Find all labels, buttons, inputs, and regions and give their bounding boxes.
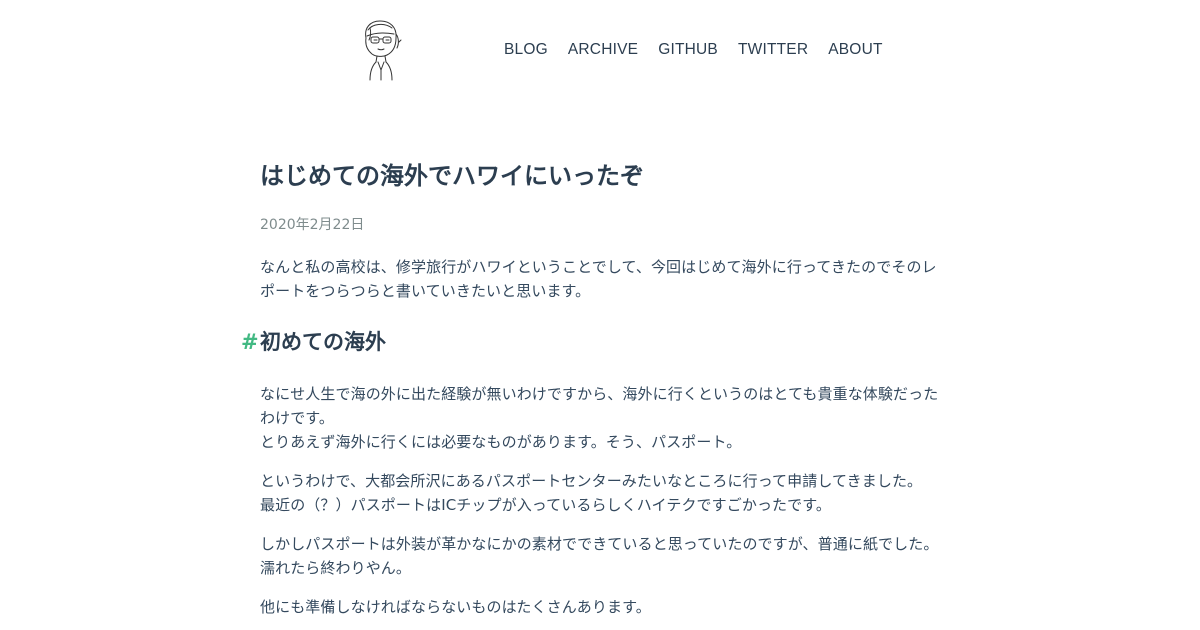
text-line: なんと私の高校は、修学旅行がハワイということでして、今回はじめて海外に行ってきた… <box>260 258 937 276</box>
text-line: 最近の（？）パスポートはICチップが入っているらしくハイテクですごかったです。 <box>260 496 831 514</box>
avatar-sketch-icon <box>365 20 402 81</box>
intro-paragraph: なんと私の高校は、修学旅行がハワイということでして、今回はじめて海外に行ってきた… <box>260 255 940 303</box>
post-title: はじめての海外でハワイにいったぞ <box>260 162 644 190</box>
text-line: しかしパスポートは外装が革かなにかの素材でできていると思っていたのですが、普通に… <box>260 535 939 553</box>
nav-github-link[interactable]: GITHUB <box>658 40 718 60</box>
body-paragraph: なにせ人生で海の外に出た経験が無いわけですから、海外に行くというのはとても貴重な… <box>260 382 940 454</box>
body-paragraph: 他にも準備しなければならないものはたくさんあります。 <box>260 595 940 619</box>
section-heading-text: 初めての海外 <box>260 330 386 354</box>
section-heading: # 初めての海外 <box>241 325 386 359</box>
body-paragraph: しかしパスポートは外装が革かなにかの素材でできていると思っていたのですが、普通に… <box>260 532 940 580</box>
site-header: BLOG ARCHIVE GITHUB TWITTER ABOUT <box>0 0 1200 100</box>
text-line: なにせ人生で海の外に出た経験が無いわけですから、海外に行くというのはとても貴重な… <box>260 385 939 403</box>
nav-about-link[interactable]: ABOUT <box>828 40 882 60</box>
nav-archive-link[interactable]: ARCHIVE <box>568 40 638 60</box>
text-line: 濡れたら終わりやん。 <box>260 559 412 577</box>
text-line: わけです。 <box>260 409 335 427</box>
avatar-logo[interactable] <box>352 16 408 82</box>
post-date: 2020年2月22日 <box>260 217 365 233</box>
heading-anchor-link[interactable]: # <box>241 325 259 359</box>
text-line: というわけで、大都会所沢にあるパスポートセンターみたいなところに行って申請してき… <box>260 472 923 490</box>
text-line: ポートをつらつらと書いていきたいと思います。 <box>260 282 591 300</box>
nav-blog-link[interactable]: BLOG <box>504 40 548 60</box>
body-paragraph: というわけで、大都会所沢にあるパスポートセンターみたいなところに行って申請してき… <box>260 469 940 517</box>
main-nav: BLOG ARCHIVE GITHUB TWITTER ABOUT <box>504 39 883 61</box>
text-line: とりあえず海外に行くには必要なものがあります。そう、パスポート。 <box>260 433 742 451</box>
nav-twitter-link[interactable]: TWITTER <box>738 40 808 60</box>
text-line: 他にも準備しなければならないものはたくさんあります。 <box>260 598 651 616</box>
